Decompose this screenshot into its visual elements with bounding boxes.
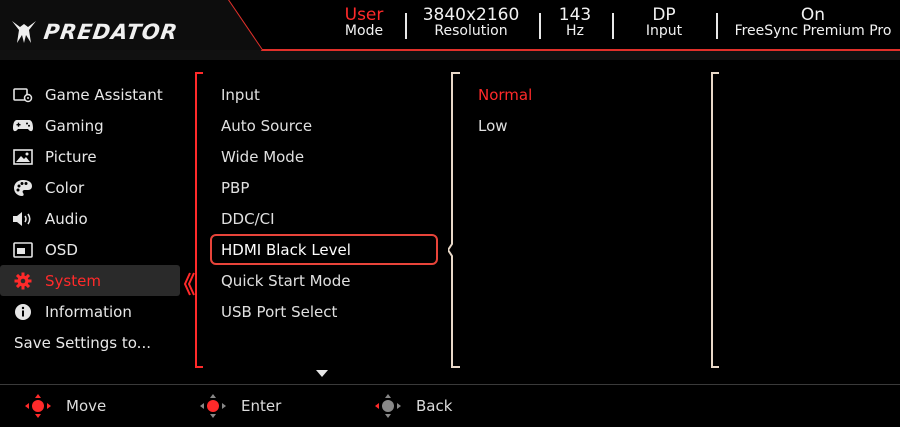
freesync-value: On <box>800 5 826 25</box>
menu-item-label: Audio <box>45 209 88 228</box>
option-normal[interactable]: Normal <box>478 79 532 110</box>
status-divider <box>539 13 541 39</box>
submenu-bracket <box>195 72 203 368</box>
mode-label: Mode <box>344 23 384 39</box>
palette-icon <box>12 179 34 197</box>
game-assistant-icon <box>12 86 34 104</box>
menu-item-label: Game Assistant <box>45 85 163 104</box>
menu-item-color[interactable]: Color <box>0 172 185 203</box>
input-value: DP <box>652 5 676 25</box>
hint-enter-label: Enter <box>241 397 282 415</box>
speaker-icon <box>12 210 34 228</box>
menu-item-system[interactable]: System <box>0 265 180 296</box>
resolution-value: 3840x2160 <box>422 5 520 25</box>
menu-item-audio[interactable]: Audio <box>0 203 185 234</box>
menu-item-osd[interactable]: OSD <box>0 234 185 265</box>
predator-emblem-icon <box>12 21 36 43</box>
status-divider <box>405 13 407 39</box>
info-icon <box>12 303 34 321</box>
joystick-move-icon <box>25 394 51 418</box>
detail-bracket <box>711 72 719 368</box>
picture-icon <box>12 148 34 166</box>
menu-item-label: Information <box>45 302 132 321</box>
hint-enter: Enter <box>199 393 281 419</box>
hint-move: Move <box>24 393 106 419</box>
osd-icon <box>12 241 34 259</box>
input-status: DP Input <box>638 5 690 40</box>
menu-item-label: Gaming <box>45 116 104 135</box>
resolution-status: 3840x2160 Resolution <box>414 5 528 40</box>
options-list: Normal Low <box>478 79 532 141</box>
mode-status: User Mode <box>337 5 391 40</box>
menu-item-label: System <box>45 271 101 290</box>
menu-item-save-settings[interactable]: Save Settings to... <box>0 327 185 358</box>
submenu-item-input[interactable]: Input <box>210 79 438 110</box>
joystick-back-icon <box>375 394 401 418</box>
mode-value: User <box>344 5 384 25</box>
menu-item-label: OSD <box>45 240 78 259</box>
resolution-label: Resolution <box>434 23 508 39</box>
menu-item-label: Picture <box>45 147 97 166</box>
refresh-value: 143 <box>558 5 592 25</box>
system-submenu: Input Auto Source Wide Mode PBP DDC/CI H… <box>210 79 438 327</box>
predator-logo: PREDATOR <box>10 18 180 46</box>
submenu-item-ddc-ci[interactable]: DDC/CI <box>210 203 438 234</box>
main-menu: Game Assistant Gaming Picture Color Audi… <box>0 79 185 358</box>
menu-item-label: Color <box>45 178 85 197</box>
hint-back: Back <box>374 393 452 419</box>
refresh-label: Hz <box>566 23 584 39</box>
menu-item-game-assistant[interactable]: Game Assistant <box>0 79 185 110</box>
options-bracket <box>448 72 460 368</box>
option-low[interactable]: Low <box>478 110 532 141</box>
scroll-down-icon[interactable] <box>316 370 328 377</box>
status-divider <box>612 13 614 39</box>
footer-divider <box>0 384 900 385</box>
joystick-enter-icon <box>200 394 226 418</box>
submenu-item-wide-mode[interactable]: Wide Mode <box>210 141 438 172</box>
status-header: PREDATOR User Mode 3840x2160 Resolution … <box>0 0 900 60</box>
submenu-item-quick-start-mode[interactable]: Quick Start Mode <box>210 265 438 296</box>
menu-item-picture[interactable]: Picture <box>0 141 185 172</box>
gamepad-icon <box>12 117 34 135</box>
hint-move-label: Move <box>66 397 107 415</box>
menu-item-information[interactable]: Information <box>0 296 185 327</box>
logo-text: PREDATOR <box>42 20 180 44</box>
hint-back-label: Back <box>416 397 453 415</box>
status-divider <box>716 13 718 39</box>
submenu-item-auto-source[interactable]: Auto Source <box>210 110 438 141</box>
menu-item-label: Save Settings to... <box>14 333 151 352</box>
freesync-label: FreeSync Premium Pro <box>734 23 892 39</box>
freesync-status: On FreeSync Premium Pro <box>730 5 896 40</box>
menu-item-gaming[interactable]: Gaming <box>0 110 185 141</box>
submenu-item-hdmi-black-level[interactable]: HDMI Black Level <box>210 234 438 265</box>
refresh-status: 143 Hz <box>553 5 597 40</box>
submenu-item-usb-port-select[interactable]: USB Port Select <box>210 296 438 327</box>
submenu-item-pbp[interactable]: PBP <box>210 172 438 203</box>
input-label: Input <box>645 23 683 39</box>
gear-icon <box>12 272 34 290</box>
